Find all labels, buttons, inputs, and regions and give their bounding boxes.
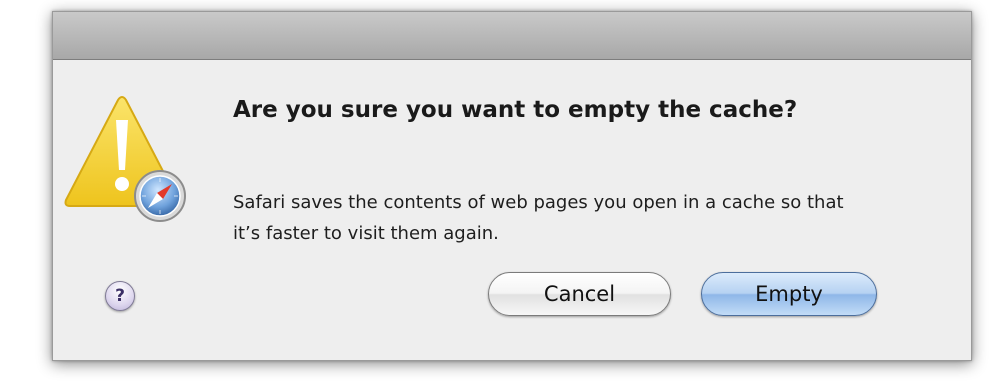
warning-triangle-icon (64, 96, 186, 222)
cancel-button-label: Cancel (543, 282, 616, 306)
empty-button[interactable]: Empty (701, 272, 877, 316)
window-title-bar (53, 12, 971, 60)
alert-headline: Are you sure you want to empty the cache… (233, 97, 798, 123)
cancel-button[interactable]: Cancel (488, 272, 671, 316)
help-button[interactable]: ? (105, 281, 135, 311)
help-icon: ? (115, 286, 125, 306)
safari-compass-icon (134, 170, 186, 222)
alert-message: Safari saves the contents of web pages y… (233, 192, 844, 244)
empty-button-label: Empty (755, 282, 823, 306)
